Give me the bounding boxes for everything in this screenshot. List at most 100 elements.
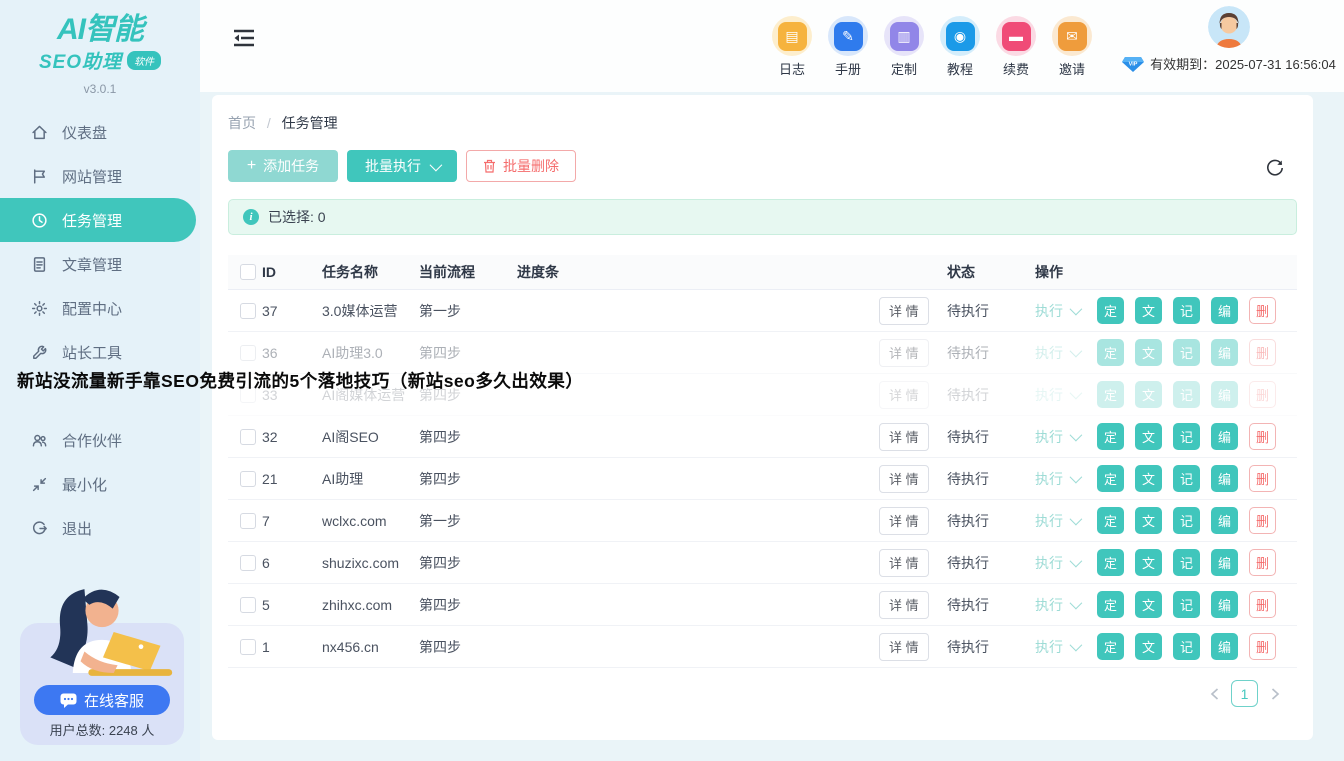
row-checkbox[interactable]: [240, 345, 256, 361]
row-checkbox[interactable]: [240, 471, 256, 487]
row-checkbox[interactable]: [240, 597, 256, 613]
record-button[interactable]: 记: [1173, 297, 1200, 324]
edit-button[interactable]: 编: [1211, 507, 1238, 534]
online-support-button[interactable]: 在线客服: [34, 685, 170, 715]
schedule-button[interactable]: 定: [1097, 549, 1124, 576]
edit-button[interactable]: 编: [1211, 465, 1238, 492]
article-button[interactable]: 文: [1135, 423, 1162, 450]
schedule-button[interactable]: 定: [1097, 633, 1124, 660]
refresh-icon[interactable]: [1265, 158, 1285, 178]
detail-button[interactable]: 详 情: [879, 591, 929, 619]
task-step: 第一步: [419, 301, 517, 321]
page-number[interactable]: 1: [1231, 680, 1258, 707]
delete-button[interactable]: 删: [1249, 465, 1276, 492]
delete-button[interactable]: 删: [1249, 633, 1276, 660]
schedule-button[interactable]: 定: [1097, 297, 1124, 324]
sidebar-item-exit[interactable]: 退出: [0, 506, 200, 550]
row-checkbox[interactable]: [240, 639, 256, 655]
detail-button[interactable]: 详 情: [879, 381, 929, 409]
execute-dropdown[interactable]: 执行: [1035, 511, 1079, 531]
record-button[interactable]: 记: [1173, 591, 1200, 618]
collapse-sidebar-icon[interactable]: [233, 28, 255, 48]
delete-button[interactable]: 删: [1249, 507, 1276, 534]
detail-button[interactable]: 详 情: [879, 297, 929, 325]
record-button[interactable]: 记: [1173, 423, 1200, 450]
execute-dropdown[interactable]: 执行: [1035, 301, 1079, 321]
sidebar-item-doc[interactable]: 文章管理: [0, 242, 200, 286]
sidebar-item-gear[interactable]: 配置中心: [0, 286, 200, 330]
sidebar-item-people[interactable]: 合作伙伴: [0, 418, 200, 462]
delete-button[interactable]: 删: [1249, 549, 1276, 576]
quick-log[interactable]: ▤日志: [764, 16, 820, 78]
schedule-button[interactable]: 定: [1097, 339, 1124, 366]
detail-button[interactable]: 详 情: [879, 549, 929, 577]
edit-button[interactable]: 编: [1211, 633, 1238, 660]
edit-button[interactable]: 编: [1211, 549, 1238, 576]
delete-button[interactable]: 删: [1249, 339, 1276, 366]
record-button[interactable]: 记: [1173, 549, 1200, 576]
delete-button[interactable]: 删: [1249, 591, 1276, 618]
record-button[interactable]: 记: [1173, 507, 1200, 534]
execute-dropdown[interactable]: 执行: [1035, 385, 1079, 405]
detail-button[interactable]: 详 情: [879, 465, 929, 493]
detail-button[interactable]: 详 情: [879, 339, 929, 367]
article-button[interactable]: 文: [1135, 465, 1162, 492]
record-button[interactable]: 记: [1173, 465, 1200, 492]
execute-dropdown[interactable]: 执行: [1035, 637, 1079, 657]
edit-button[interactable]: 编: [1211, 297, 1238, 324]
schedule-button[interactable]: 定: [1097, 507, 1124, 534]
article-button[interactable]: 文: [1135, 507, 1162, 534]
execute-dropdown[interactable]: 执行: [1035, 343, 1079, 363]
sidebar-item-minimize[interactable]: 最小化: [0, 462, 200, 506]
sidebar-item-flag[interactable]: 网站管理: [0, 154, 200, 198]
delete-button[interactable]: 删: [1249, 423, 1276, 450]
schedule-button[interactable]: 定: [1097, 465, 1124, 492]
article-button[interactable]: 文: [1135, 381, 1162, 408]
detail-button[interactable]: 详 情: [879, 633, 929, 661]
execute-dropdown[interactable]: 执行: [1035, 553, 1079, 573]
select-all-checkbox[interactable]: [240, 264, 256, 280]
record-button[interactable]: 记: [1173, 633, 1200, 660]
row-checkbox[interactable]: [240, 303, 256, 319]
article-button[interactable]: 文: [1135, 633, 1162, 660]
avatar[interactable]: [1208, 6, 1250, 48]
article-button[interactable]: 文: [1135, 549, 1162, 576]
task-id: 37: [262, 303, 322, 319]
next-page-icon[interactable]: [1267, 686, 1283, 702]
sidebar-item-home[interactable]: 仪表盘: [0, 110, 200, 154]
delete-button[interactable]: 删: [1249, 381, 1276, 408]
batch-delete-button[interactable]: 批量删除: [466, 150, 576, 182]
edit-button[interactable]: 编: [1211, 339, 1238, 366]
article-button[interactable]: 文: [1135, 591, 1162, 618]
quick-manual[interactable]: ✎手册: [820, 16, 876, 78]
row-checkbox[interactable]: [240, 513, 256, 529]
schedule-button[interactable]: 定: [1097, 591, 1124, 618]
status-text: 待执行: [947, 385, 1035, 405]
edit-button[interactable]: 编: [1211, 591, 1238, 618]
row-checkbox[interactable]: [240, 555, 256, 571]
execute-dropdown[interactable]: 执行: [1035, 595, 1079, 615]
add-task-button[interactable]: + 添加任务: [228, 150, 338, 182]
schedule-button[interactable]: 定: [1097, 423, 1124, 450]
record-button[interactable]: 记: [1173, 381, 1200, 408]
execute-dropdown[interactable]: 执行: [1035, 469, 1079, 489]
quick-renew[interactable]: ▬续费: [988, 16, 1044, 78]
prev-page-icon[interactable]: [1206, 686, 1222, 702]
quick-custom[interactable]: ▥定制: [876, 16, 932, 78]
detail-button[interactable]: 详 情: [879, 423, 929, 451]
breadcrumb-home[interactable]: 首页: [228, 115, 256, 131]
schedule-button[interactable]: 定: [1097, 381, 1124, 408]
edit-button[interactable]: 编: [1211, 423, 1238, 450]
quick-tutorial[interactable]: ◉教程: [932, 16, 988, 78]
article-button[interactable]: 文: [1135, 339, 1162, 366]
sidebar-item-clock[interactable]: 任务管理: [0, 198, 196, 242]
article-button[interactable]: 文: [1135, 297, 1162, 324]
delete-button[interactable]: 删: [1249, 297, 1276, 324]
edit-button[interactable]: 编: [1211, 381, 1238, 408]
quick-invite[interactable]: ✉邀请: [1044, 16, 1100, 78]
record-button[interactable]: 记: [1173, 339, 1200, 366]
row-checkbox[interactable]: [240, 429, 256, 445]
batch-execute-button[interactable]: 批量执行: [347, 150, 457, 182]
execute-dropdown[interactable]: 执行: [1035, 427, 1079, 447]
detail-button[interactable]: 详 情: [879, 507, 929, 535]
